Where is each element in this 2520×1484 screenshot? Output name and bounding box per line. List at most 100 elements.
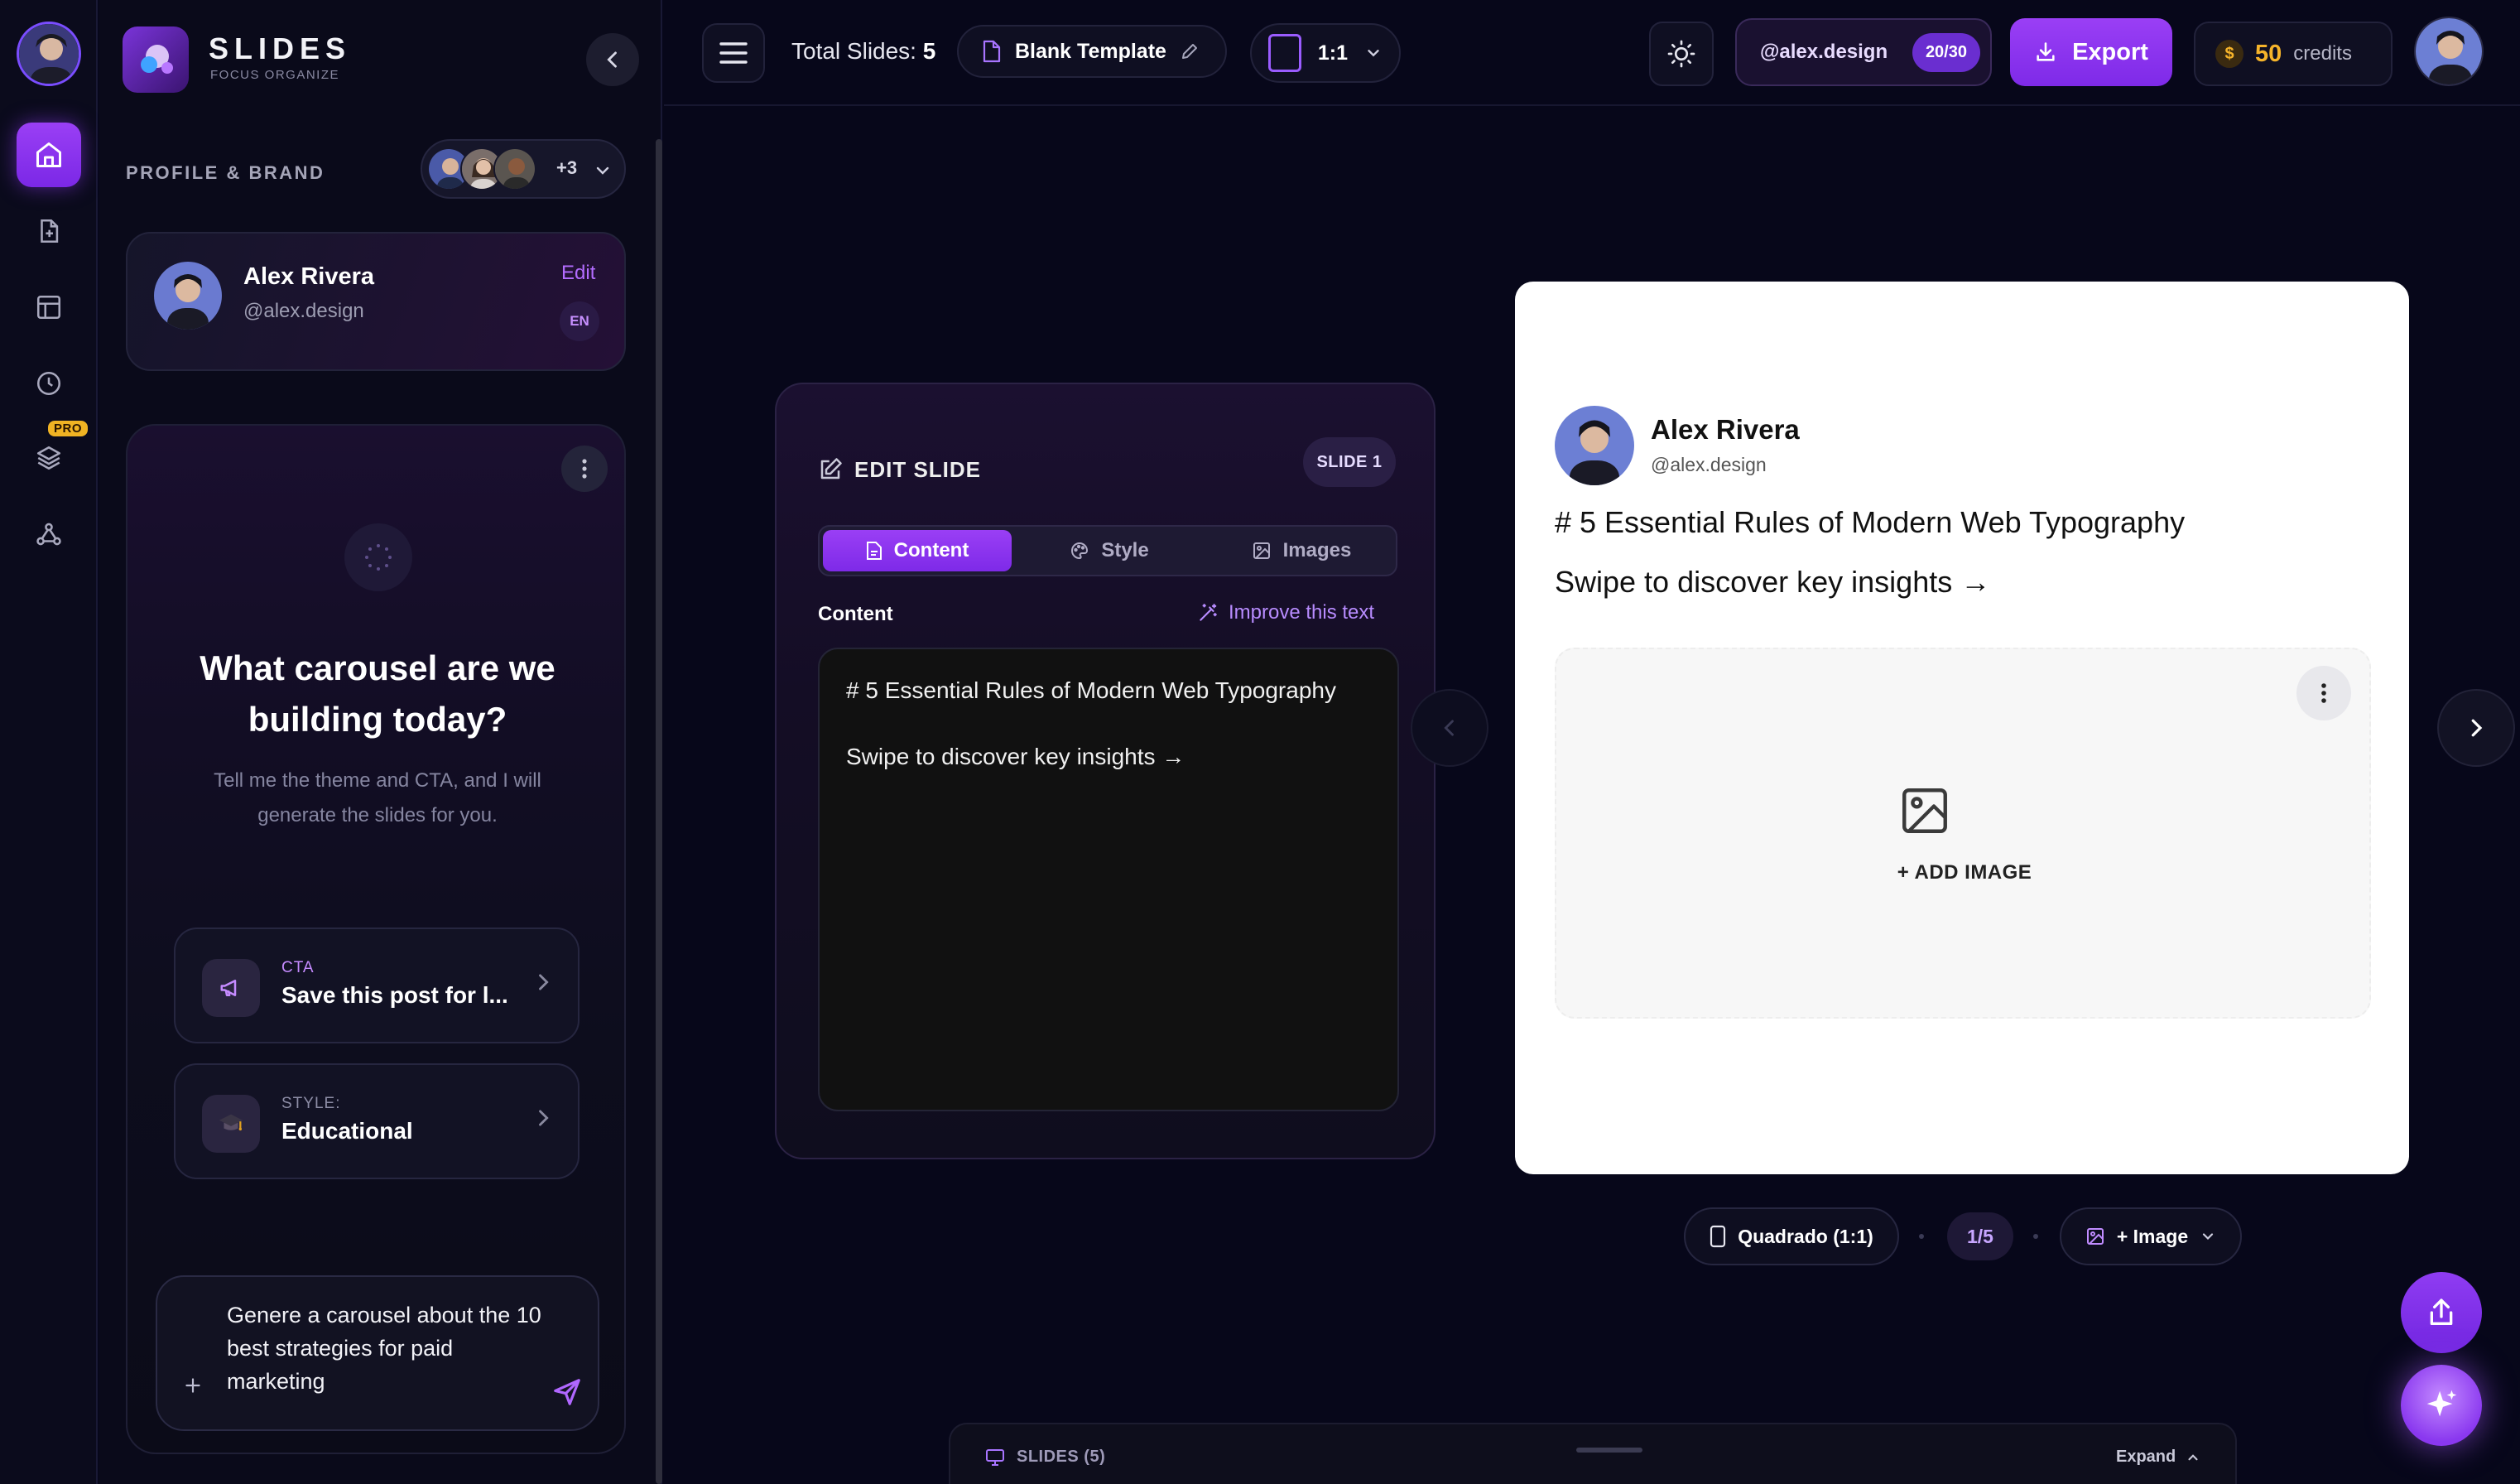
style-option-icon-box [202, 1095, 260, 1153]
hamburger-icon [719, 41, 748, 65]
more-vertical-icon [2320, 682, 2327, 704]
graduation-cap-icon [217, 1110, 245, 1138]
home-nav-button[interactable] [17, 123, 81, 187]
sidebar: SLIDES FOCUS ORGANIZE PROFILE & BRAND +3… [99, 0, 662, 1484]
edit-icon [818, 457, 843, 482]
tab-style[interactable]: Style [1015, 530, 1204, 571]
history-icon [35, 369, 63, 398]
share-fab[interactable] [2401, 1272, 2482, 1353]
image-placeholder-icon [1897, 783, 1952, 838]
cta-option-label: CTA [281, 959, 315, 976]
attach-plus-icon[interactable] [182, 1375, 204, 1396]
ratio-square-icon [1268, 34, 1301, 72]
separator-dot [2033, 1234, 2038, 1239]
profile-handle: @alex.design [243, 300, 364, 322]
add-image-label: + ADD IMAGE [1897, 861, 2032, 884]
sparkle-icon [2422, 1386, 2460, 1424]
collapse-sidebar-button[interactable] [586, 33, 639, 86]
templates-nav-button[interactable] [17, 275, 81, 340]
format-selector[interactable]: Quadrado (1:1) [1684, 1207, 1899, 1265]
template-selector[interactable]: Blank Template [957, 25, 1227, 78]
home-icon [34, 140, 64, 170]
image-icon [1252, 541, 1272, 561]
chevron-down-icon [593, 161, 613, 181]
sun-icon [1666, 39, 1696, 69]
slides-drawer-label: SLIDES (5) [1017, 1448, 1106, 1466]
previous-slide-button[interactable] [1411, 689, 1488, 767]
language-badge[interactable]: EN [560, 301, 599, 341]
add-image-dropdown[interactable]: + Image [2060, 1207, 2242, 1265]
spinner-icon [364, 543, 392, 571]
profile-card: Alex Rivera @alex.design Edit EN [126, 232, 626, 371]
total-slides-value: 5 [922, 38, 936, 64]
content-field-label: Content [818, 603, 893, 625]
send-icon[interactable] [551, 1376, 583, 1408]
chevron-up-icon [2186, 1450, 2200, 1465]
sidebar-scrollbar[interactable] [656, 139, 662, 1484]
download-icon [2034, 41, 2057, 64]
slide-preview: Alex Rivera @alex.design # 5 Essential R… [1515, 282, 2409, 1174]
chevron-down-icon [1364, 44, 1383, 62]
content-line-1: # 5 Essential Rules of Modern Web Typogr… [846, 677, 1336, 703]
layout-icon [35, 293, 63, 321]
edit-profile-link[interactable]: Edit [561, 262, 595, 285]
collaborators-dropdown[interactable]: +3 [421, 139, 626, 199]
style-option-value: Educational [281, 1118, 413, 1144]
slide-number-badge: SLIDE 1 [1303, 437, 1396, 487]
section-label: PROFILE & BRAND [126, 162, 325, 183]
cta-option-icon-box [202, 959, 260, 1017]
export-button[interactable]: Export [2010, 18, 2172, 86]
prompt-text[interactable]: Genere a carousel about the 10 best stra… [227, 1298, 550, 1398]
image-options-button[interactable] [2296, 666, 2351, 720]
next-slide-button[interactable] [2437, 689, 2515, 767]
separator-dot [1919, 1234, 1924, 1239]
export-label: Export [2072, 38, 2148, 65]
preview-subline: Swipe to discover key insights → [1555, 565, 1991, 599]
ai-assistant-fab[interactable] [2401, 1365, 2482, 1446]
more-vertical-icon [581, 458, 588, 479]
prompt-input[interactable]: Genere a carousel about the 10 best stra… [156, 1275, 599, 1431]
pencil-icon[interactable] [1180, 41, 1200, 61]
credits-value: 50 [2255, 40, 2282, 67]
aspect-ratio-selector[interactable]: 1:1 [1250, 23, 1401, 83]
style-option-card[interactable]: STYLE: Educational [174, 1063, 580, 1179]
document-icon [982, 40, 1002, 63]
slides-drawer-toggle[interactable]: SLIDES (5) [985, 1448, 1105, 1467]
new-slide-nav-button[interactable] [17, 199, 81, 263]
tab-images[interactable]: Images [1207, 530, 1396, 571]
chevron-left-icon [601, 48, 624, 71]
preview-name: Alex Rivera [1651, 414, 1800, 445]
chat-options-button[interactable] [561, 446, 608, 492]
add-image-dropzone[interactable]: + ADD IMAGE [1555, 648, 2371, 1019]
loading-spinner [344, 523, 412, 591]
user-avatar[interactable] [17, 22, 81, 86]
share-upload-icon [2425, 1296, 2458, 1329]
account-handle: @alex.design [1760, 41, 1888, 63]
content-line-2: Swipe to discover key insights → [846, 744, 1185, 769]
slide-content-textarea[interactable]: # 5 Essential Rules of Modern Web Typogr… [818, 648, 1399, 1111]
app-logo [123, 26, 189, 93]
tab-content[interactable]: Content [823, 530, 1012, 571]
cta-option-card[interactable]: CTA Save this post for l... [174, 928, 580, 1043]
top-user-avatar[interactable] [2414, 17, 2484, 86]
menu-button[interactable] [702, 23, 765, 83]
integrations-nav-button[interactable] [17, 502, 81, 566]
slides-drawer: SLIDES (5) Expand [949, 1423, 2237, 1484]
chevron-right-icon [2464, 716, 2489, 740]
drawer-drag-handle[interactable] [1576, 1448, 1642, 1453]
theme-toggle-button[interactable] [1649, 22, 1714, 86]
expand-drawer-button[interactable]: Expand [2116, 1448, 2200, 1467]
chat-subtext: Tell me the theme and CTA, and I will ge… [214, 769, 541, 826]
credits-pill[interactable]: $ 50 credits [2194, 22, 2393, 86]
preview-avatar [1555, 406, 1634, 485]
expand-label: Expand [2116, 1448, 2176, 1466]
editor-tabs: Content Style Images [818, 525, 1397, 576]
improve-text-button[interactable]: Improve this text [1197, 601, 1374, 624]
icon-rail: PRO [0, 0, 98, 1484]
layers-nav-button[interactable] [17, 426, 81, 490]
share-network-icon [35, 520, 63, 548]
magic-wand-icon [1197, 602, 1219, 624]
account-handle-pill[interactable]: @alex.design 20/30 [1735, 18, 1992, 86]
history-nav-button[interactable] [17, 351, 81, 416]
add-image-dropdown-label: + Image [2116, 1225, 2189, 1247]
